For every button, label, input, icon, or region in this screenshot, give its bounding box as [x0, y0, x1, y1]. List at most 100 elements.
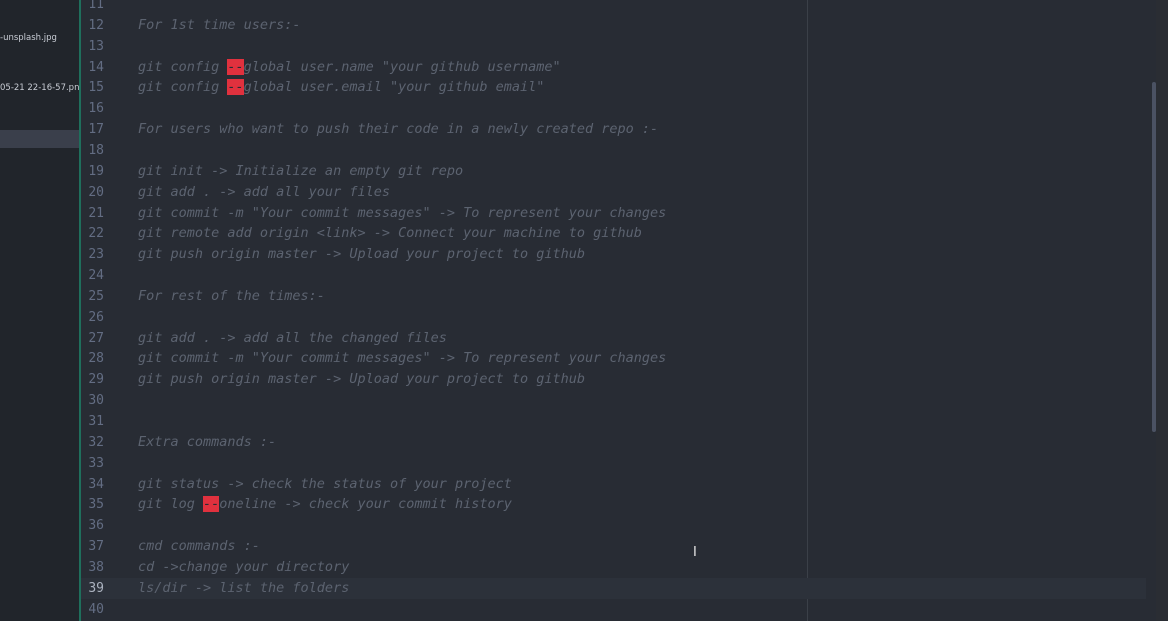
code-token: cd ->change your directory — [138, 558, 350, 575]
editor-line[interactable]: 16 — [81, 98, 1146, 119]
line-number: 21 — [88, 205, 104, 221]
editor-line[interactable]: 14 git config --global user.name "your gi… — [81, 57, 1146, 78]
line-number: 22 — [88, 226, 104, 242]
code-token: Extra commands :- — [138, 433, 277, 450]
line-number: 15 — [88, 80, 104, 96]
line-number: 28 — [88, 351, 104, 367]
editor-line[interactable]: 30 — [81, 390, 1146, 411]
line-number: 32 — [88, 434, 104, 450]
line-number: 40 — [88, 601, 104, 617]
editor-line[interactable]: 23 git push origin master -> Upload your … — [81, 244, 1146, 265]
editor-line[interactable]: 28 git commit -m "Your commit messages" -… — [81, 348, 1146, 369]
scrollbar-thumb[interactable] — [1152, 82, 1156, 432]
editor-line[interactable]: 19 git init -> Initialize an empty git re… — [81, 161, 1146, 182]
code-token: cmd commands :- — [138, 538, 260, 555]
code-text: git log --oneline -> check your commit h… — [138, 494, 512, 515]
code-token: oneline -> check your commit history — [219, 496, 512, 513]
editor-line[interactable]: 11 — [81, 0, 1146, 15]
line-number: 30 — [88, 393, 104, 409]
code-token: git log — [138, 496, 204, 513]
code-text: For rest of the times:- — [138, 286, 325, 307]
line-number: 38 — [88, 559, 104, 575]
line-number: 13 — [88, 38, 104, 54]
code-text: cmd commands :- — [138, 536, 260, 557]
line-number: 16 — [88, 101, 104, 117]
editor-line[interactable]: 40 — [81, 599, 1146, 620]
file-name: -unsplash.jpg — [0, 33, 57, 43]
line-number: 11 — [88, 0, 104, 12]
editor-line[interactable]: 36 — [81, 515, 1146, 536]
invalid-token-highlight: -- — [227, 58, 244, 75]
code-text: For 1st time users:- — [138, 15, 301, 36]
editor-line[interactable]: 20 git add . -> add all your files — [81, 182, 1146, 203]
editor-line[interactable]: 37 cmd commands :- — [81, 536, 1146, 557]
line-number: 26 — [88, 309, 104, 325]
line-number: 18 — [88, 142, 104, 158]
code-token: global user.name "your github username" — [243, 58, 561, 75]
editor-line[interactable]: 17 For users who want to push their code … — [81, 119, 1146, 140]
i-beam-cursor-icon: I — [693, 545, 697, 560]
code-token: git commit -m "Your commit messages" -> … — [138, 350, 667, 367]
line-number: 14 — [88, 59, 104, 75]
line-number: 23 — [88, 247, 104, 263]
editor-line[interactable]: 33 — [81, 453, 1146, 474]
code-token: git commit -m "Your commit messages" -> … — [138, 204, 667, 221]
editor-line[interactable]: 22 git remote add origin <link> -> Connec… — [81, 223, 1146, 244]
line-number: 34 — [88, 476, 104, 492]
line-number: 19 — [88, 163, 104, 179]
editor-line[interactable]: 12 For 1st time users:- — [81, 15, 1146, 36]
file-tree-sidebar: -unsplash.jpg 05-21 22-16-57.png — [0, 0, 79, 621]
line-number: 25 — [88, 288, 104, 304]
code-token: git config — [138, 79, 228, 96]
line-number: 36 — [88, 518, 104, 534]
code-token: git init -> Initialize an empty git repo — [138, 162, 464, 179]
code-editor[interactable]: 11 12 For 1st time users:- 13 14 git config -… — [81, 0, 1168, 621]
editor-line[interactable]: 39 ls/dir -> list the folders — [81, 577, 1146, 599]
code-text: git config --global user.name "your gith… — [138, 57, 561, 78]
editor-line[interactable]: 25 For rest of the times:- — [81, 286, 1146, 307]
code-text: git add . -> add all the changed files — [138, 328, 447, 349]
code-text: git init -> Initialize an empty git repo — [138, 161, 463, 182]
file-tree-item[interactable]: 05-21 22-16-57.png — [0, 79, 79, 97]
code-token: global user.email "your github email" — [243, 79, 545, 96]
editor-line[interactable]: 38 cd ->change your directory — [81, 557, 1146, 578]
line-number: 12 — [88, 17, 104, 33]
code-text: Extra commands :- — [138, 432, 276, 453]
editor-line[interactable]: 34 git status -> check the status of your… — [81, 474, 1146, 495]
editor-line[interactable]: 27 git add . -> add all the changed files — [81, 328, 1146, 349]
line-number: 31 — [88, 414, 104, 429]
code-token: For rest of the times:- — [138, 287, 325, 304]
code-text: git remote add origin <link> -> Connect … — [138, 223, 642, 244]
editor-line[interactable]: 32 Extra commands :- — [81, 432, 1146, 453]
code-token: git status -> check the status of your p… — [138, 475, 512, 492]
line-number: 35 — [88, 497, 104, 513]
scrollbar-track[interactable] — [1156, 0, 1168, 621]
editor-line[interactable]: 13 — [81, 36, 1146, 57]
file-tree-item-selected[interactable] — [0, 130, 79, 148]
code-token: git remote add origin <link> -> Connect … — [138, 225, 642, 242]
editor-line[interactable]: 24 — [81, 265, 1146, 286]
code-text: ls/dir -> list the folders — [138, 578, 349, 599]
line-number: 37 — [88, 539, 104, 555]
editor-line[interactable]: 35 git log --oneline -> check your commit… — [81, 494, 1146, 515]
code-text: git commit -m "Your commit messages" -> … — [138, 203, 666, 224]
code-token: git config — [138, 58, 228, 75]
code-token: git push origin master -> Upload your pr… — [138, 246, 586, 263]
invalid-token-highlight: -- — [227, 79, 244, 96]
code-text: cd ->change your directory — [138, 557, 349, 578]
line-number: 39 — [88, 580, 104, 596]
file-tree-item[interactable]: -unsplash.jpg — [0, 29, 79, 47]
editor-line[interactable]: 18 — [81, 140, 1146, 161]
invalid-token-highlight: -- — [203, 496, 220, 513]
code-token: git push origin master -> Upload your pr… — [138, 371, 586, 388]
code-text: git push origin master -> Upload your pr… — [138, 244, 585, 265]
editor-line[interactable]: 21 git commit -m "Your commit messages" -… — [81, 203, 1146, 224]
line-number: 17 — [88, 122, 104, 138]
code-text: git commit -m "Your commit messages" -> … — [138, 348, 666, 369]
editor-line[interactable]: 26 — [81, 307, 1146, 328]
editor-line[interactable]: 31 — [81, 411, 1146, 432]
editor-line[interactable]: 29 git push origin master -> Upload your … — [81, 369, 1146, 390]
code-token: git add . -> add all your files — [138, 183, 390, 200]
line-number: 33 — [88, 455, 104, 471]
editor-line[interactable]: 15 git config --global user.email "your g… — [81, 77, 1146, 98]
